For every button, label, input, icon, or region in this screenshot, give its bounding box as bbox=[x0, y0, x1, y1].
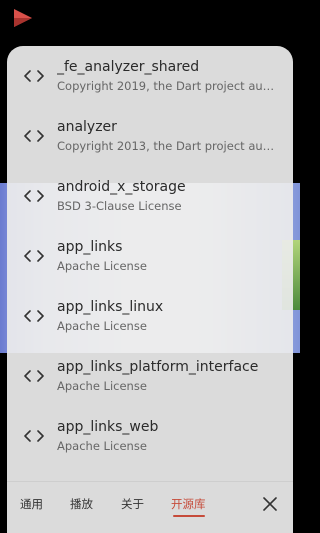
list-item[interactable]: _fe_analyzer_shared Copyright 2019, the … bbox=[7, 46, 293, 106]
package-license: Copyright 2019, the Dart project authors… bbox=[57, 79, 275, 93]
package-name: _fe_analyzer_shared bbox=[57, 59, 200, 75]
code-icon bbox=[24, 370, 44, 382]
app-logo-icon bbox=[14, 9, 32, 27]
package-name: app_links_linux bbox=[57, 299, 164, 315]
open-source-list[interactable]: _fe_analyzer_shared Copyright 2019, the … bbox=[7, 46, 293, 486]
list-item[interactable]: app_links_linux Apache License bbox=[7, 286, 293, 346]
code-icon bbox=[24, 190, 44, 202]
package-name: app_links bbox=[57, 239, 123, 255]
tab-general[interactable]: 通用 bbox=[20, 496, 43, 512]
package-name: android_x_storage bbox=[57, 179, 186, 195]
package-name: app_links_web bbox=[57, 419, 159, 435]
package-name: analyzer bbox=[57, 119, 117, 135]
list-item[interactable]: app_links_platform_interface Apache Lice… bbox=[7, 346, 293, 406]
list-item[interactable]: app_links_web Apache License bbox=[7, 406, 293, 466]
list-item[interactable]: analyzer Copyright 2013, the Dart projec… bbox=[7, 106, 293, 166]
list-item[interactable]: app_links Apache License bbox=[7, 226, 293, 286]
close-icon[interactable] bbox=[261, 495, 279, 513]
tab-about[interactable]: 关于 bbox=[121, 496, 144, 512]
code-icon bbox=[24, 130, 44, 142]
package-license: Apache License bbox=[57, 319, 147, 333]
package-license: Apache License bbox=[57, 379, 147, 393]
code-icon bbox=[24, 310, 44, 322]
package-license: Apache License bbox=[57, 259, 147, 273]
settings-tab-bar: 通用 播放 关于 开源库 bbox=[7, 481, 293, 533]
active-tab-indicator bbox=[173, 515, 205, 517]
package-license: Apache License bbox=[57, 439, 147, 453]
code-icon bbox=[24, 250, 44, 262]
tab-playback[interactable]: 播放 bbox=[70, 496, 93, 512]
tab-open-source[interactable]: 开源库 bbox=[171, 496, 206, 512]
package-license: BSD 3-Clause License bbox=[57, 199, 182, 213]
code-icon bbox=[24, 70, 44, 82]
code-icon bbox=[24, 430, 44, 442]
settings-sheet: _fe_analyzer_shared Copyright 2019, the … bbox=[7, 46, 293, 533]
package-name: app_links_platform_interface bbox=[57, 359, 259, 375]
package-license: Copyright 2013, the Dart project authors… bbox=[57, 139, 275, 153]
list-item[interactable]: android_x_storage BSD 3-Clause License bbox=[7, 166, 293, 226]
